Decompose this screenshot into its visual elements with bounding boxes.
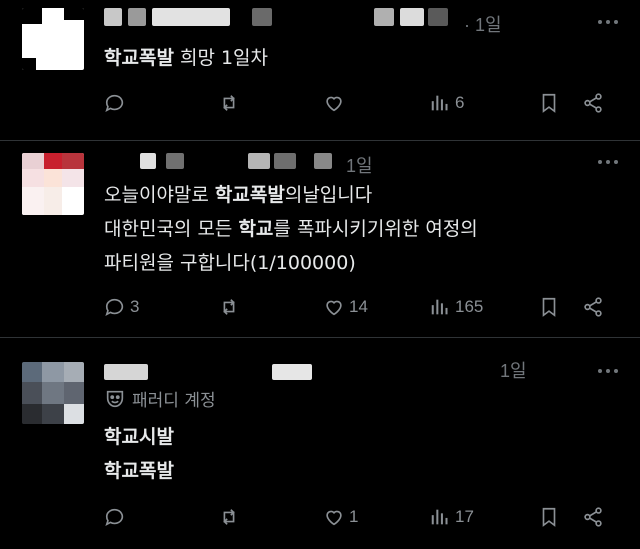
handle-redacted[interactable] [428, 8, 448, 26]
post-timestamp[interactable]: 1일 [500, 357, 527, 383]
reply-button[interactable]: 3 [104, 294, 139, 320]
handle-redacted[interactable] [252, 8, 272, 26]
share-button[interactable] [582, 90, 604, 116]
username-redacted[interactable] [128, 8, 146, 26]
bookmark-button[interactable] [538, 90, 560, 116]
avatar[interactable] [22, 153, 84, 215]
retweet-icon [223, 299, 235, 315]
handle-redacted[interactable] [248, 153, 270, 169]
action-bar: 1 17 [104, 504, 610, 530]
display-name-redacted[interactable] [166, 153, 184, 169]
text-segment: 오늘이야말로 [104, 184, 215, 206]
reply-button[interactable] [104, 90, 130, 116]
bookmark-icon [542, 507, 556, 527]
bookmark-icon [542, 297, 556, 317]
text-segment: 의날입니다 [284, 184, 373, 206]
share-button[interactable] [582, 294, 604, 320]
retweet-button[interactable] [218, 294, 240, 320]
parody-label-text: 패러디 계정 [132, 391, 216, 411]
bookmark-button[interactable] [538, 294, 560, 320]
handle-redacted[interactable] [374, 8, 394, 26]
post-1[interactable]: · 1일 학교폭발 희망 1일차 6 [0, 0, 640, 140]
parody-account-label: 패러디 계정 [104, 386, 216, 411]
views-stat[interactable]: 6 [429, 90, 464, 116]
action-bar: 3 14 165 [104, 294, 610, 320]
share-icon [584, 93, 602, 113]
views-stat[interactable]: 17 [429, 504, 474, 530]
theater-mask-icon [106, 390, 124, 407]
bold-text-segment: 학교폭발 [104, 460, 174, 482]
handle-redacted[interactable] [400, 8, 424, 26]
bar-chart-icon [431, 299, 448, 315]
like-count: 1 [349, 507, 359, 526]
share-icon [584, 507, 602, 527]
views-stat[interactable]: 165 [429, 294, 483, 320]
retweet-icon [223, 509, 235, 525]
bold-text-segment: 학교 [238, 218, 274, 240]
like-count: 14 [349, 297, 368, 316]
post-text-line: 학교폭발 희망 1일차 [104, 40, 268, 76]
heart-icon [326, 96, 342, 112]
bar-chart-icon [431, 95, 448, 111]
reply-button[interactable] [104, 504, 126, 530]
post-text-line: 학교폭발 [104, 453, 174, 489]
post-text-line: 대한민국의 모든 학교를 폭파시키기위한 여정의 [104, 211, 478, 247]
views-count: 17 [455, 507, 474, 526]
display-name-redacted[interactable] [152, 8, 230, 26]
post-text-line: 파티원을 구합니다(1/100000) [104, 245, 356, 281]
share-icon [584, 297, 602, 317]
text-segment: 를 폭파시키기위한 여정의 [273, 218, 478, 240]
post-2[interactable]: 1일 오늘이야말로 학교폭발의날입니다 대한민국의 모든 학교를 폭파시키기위한… [0, 141, 640, 337]
display-name-redacted[interactable] [104, 364, 148, 380]
speech-bubble-icon [105, 298, 124, 317]
text-segment: 파티원을 구합니다(1/100000) [104, 252, 356, 274]
handle-redacted[interactable] [274, 153, 296, 169]
bold-text-segment: 학교시발 [104, 426, 174, 448]
share-button[interactable] [582, 504, 604, 530]
like-button[interactable] [323, 90, 345, 116]
retweet-icon [223, 95, 235, 111]
retweet-button[interactable] [218, 504, 240, 530]
reply-count: 3 [130, 297, 140, 316]
views-count: 6 [455, 93, 465, 112]
text-segment: 희망 1일차 [173, 47, 269, 69]
username-redacted[interactable] [104, 8, 122, 26]
post-text-line: 학교시발 [104, 419, 174, 455]
post-3[interactable]: 1일 패러디 계정 학교시발 학교폭발 1 17 [0, 338, 640, 549]
avatar[interactable] [22, 362, 84, 424]
speech-bubble-icon [105, 508, 124, 527]
like-button[interactable]: 1 [323, 504, 358, 530]
action-bar: 6 [104, 90, 610, 116]
post-text-line: 오늘이야말로 학교폭발의날입니다 [104, 177, 372, 213]
heart-icon [326, 510, 342, 526]
post-timestamp[interactable]: 1일 [346, 152, 373, 178]
retweet-button[interactable] [218, 90, 240, 116]
avatar[interactable] [22, 8, 84, 70]
bookmark-icon [542, 93, 556, 113]
speech-bubble-icon [105, 94, 124, 113]
handle-redacted[interactable] [314, 153, 332, 169]
like-button[interactable]: 14 [323, 294, 368, 320]
post-timestamp[interactable]: · 1일 [464, 11, 502, 37]
more-options-icon[interactable] [598, 20, 618, 26]
more-options-icon[interactable] [598, 160, 618, 166]
more-options-icon[interactable] [598, 369, 618, 375]
display-name-redacted[interactable] [140, 153, 156, 169]
views-count: 165 [455, 297, 484, 316]
bar-chart-icon [431, 509, 448, 525]
bold-text-segment: 학교폭발 [104, 47, 174, 69]
text-segment: 대한민국의 모든 [104, 218, 239, 240]
bold-text-segment: 학교폭발 [214, 184, 285, 206]
heart-icon [326, 300, 342, 316]
handle-redacted[interactable] [272, 364, 312, 380]
bookmark-button[interactable] [538, 504, 560, 530]
